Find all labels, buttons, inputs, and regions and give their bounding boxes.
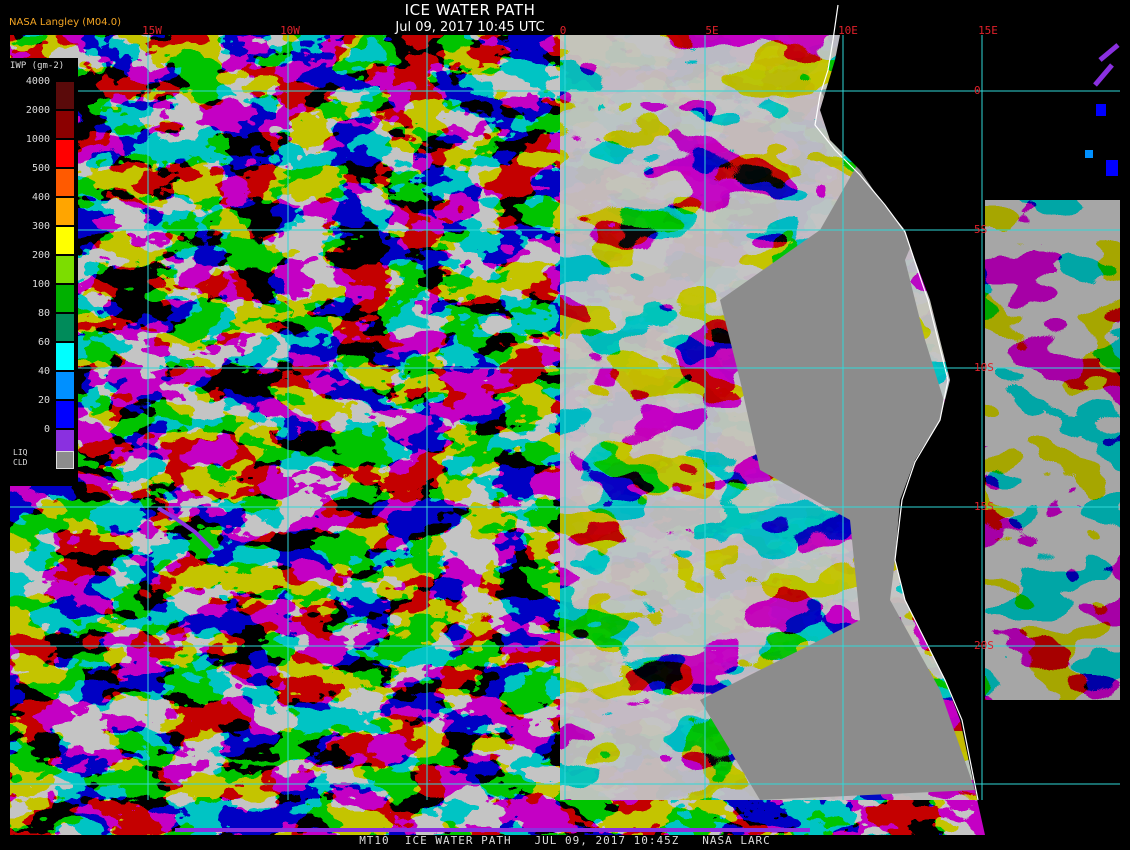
colorbar-swatch [56, 111, 74, 138]
colorbar-label: 200 [31, 250, 50, 261]
colorbar-label: 100 [31, 279, 50, 290]
lon-label-10w: 10W [280, 24, 300, 37]
credit-label: NASA Langley (M04.0) [9, 17, 121, 28]
lat-label-15s: 15S [974, 500, 994, 513]
colorbar-swatch [56, 227, 74, 254]
lat-label-0: 0 [974, 84, 981, 97]
footer-caption: MT10 ICE WATER PATH JUL 09, 2017 10:45Z … [359, 834, 771, 847]
liquid-cloud-label: LIQ CLD [13, 448, 28, 467]
colorbar-swatch [56, 285, 74, 312]
lon-label-15e: 15E [978, 24, 998, 37]
satellite-map [10, 4, 1120, 835]
ice-cloud-blue-1 [1096, 104, 1106, 116]
colorbar-label: 20 [37, 395, 50, 406]
lat-label-5s: 5S [974, 223, 988, 236]
lon-label-5e: 5E [705, 24, 719, 37]
colorbar-swatch [56, 401, 74, 428]
liquid-cloud-swatch [56, 451, 74, 469]
lat-label-20s: 20S [974, 639, 994, 652]
colorbar-label: 1000 [25, 134, 50, 145]
legend-title: IWP (gm-2) [10, 61, 65, 71]
colorbar-swatch [56, 372, 74, 399]
ice-cloud-blue-2 [1106, 160, 1118, 176]
land-clouds [985, 200, 1120, 700]
colorbar-swatch [56, 140, 74, 167]
colorbar-label: 500 [31, 163, 50, 174]
colorbar-swatch [56, 314, 74, 341]
colorbar-swatch [56, 256, 74, 283]
colorbar-label: 4000 [25, 76, 50, 87]
colorbar-swatch [56, 343, 74, 370]
color-legend: IWP (gm-2) 4000 2000 1000 500 400 300 200 100 80… [8, 58, 78, 486]
colorbar-swatch [56, 169, 74, 196]
colorbar-label: 0 [43, 424, 50, 435]
lat-label-10s: 10S [974, 361, 994, 374]
colorbar-label: 80 [37, 308, 50, 319]
ice-cloud-blue-3 [1085, 150, 1093, 158]
lon-label-10e: 10E [838, 24, 858, 37]
map-date: Jul 09, 2017 10:45 UTC [395, 20, 545, 35]
colorbar-label: 400 [31, 192, 50, 203]
lon-label-0: 0 [559, 24, 567, 37]
colorbar-label: 300 [31, 221, 50, 232]
colorbar-swatch [56, 198, 74, 225]
colorbar-label: 2000 [25, 105, 50, 116]
colorbar-swatch [56, 82, 74, 109]
colorbar-label: 60 [37, 337, 50, 348]
lon-label-15w: 15W [142, 24, 162, 37]
map-title: ICE WATER PATH [404, 1, 536, 19]
colorbar-label: 40 [37, 366, 50, 377]
